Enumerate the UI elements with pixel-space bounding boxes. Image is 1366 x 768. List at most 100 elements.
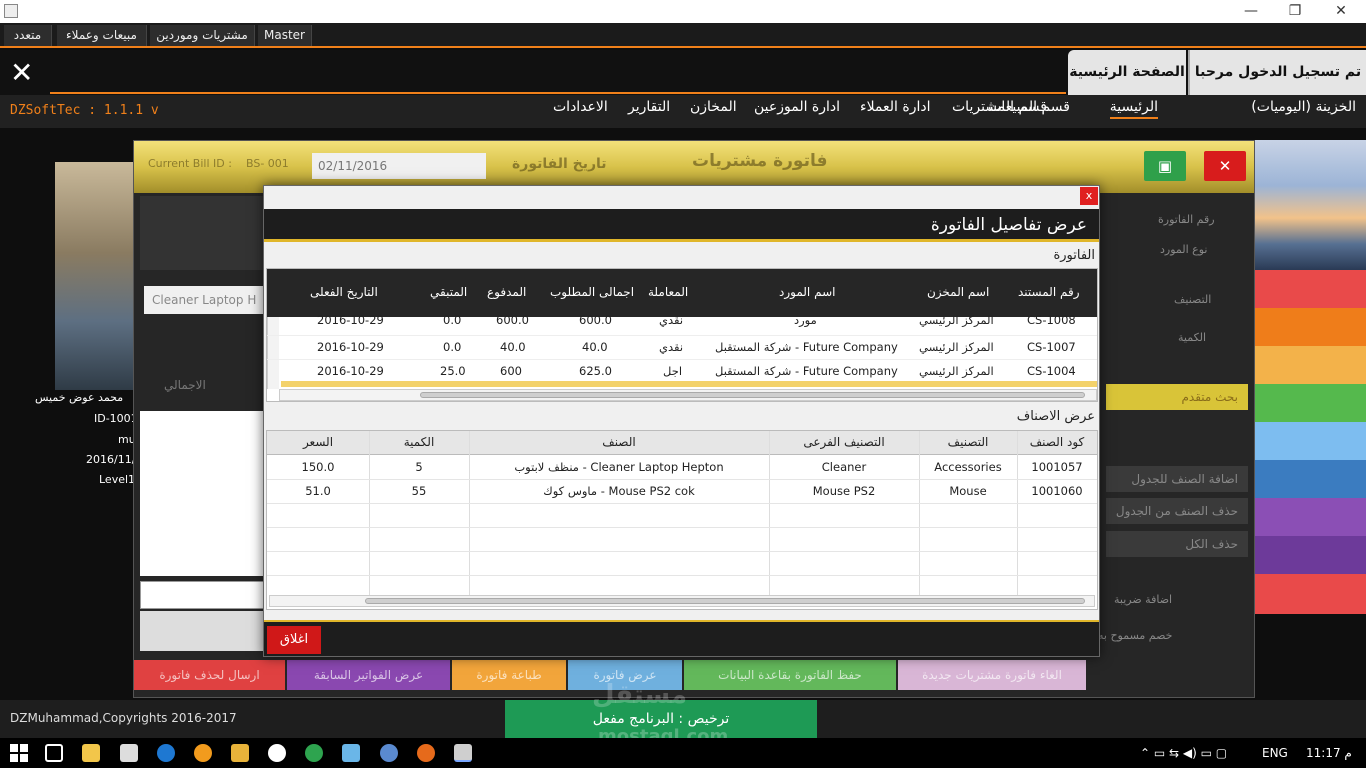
- app-icon[interactable]: [380, 744, 398, 762]
- column-header[interactable]: المعاملة: [648, 285, 688, 299]
- column-header[interactable]: المدفوع: [487, 285, 526, 299]
- invoice-date-field[interactable]: 02/11/2016: [312, 153, 486, 179]
- table-row[interactable]: CS-1004 المركز الرئيسي شركة المستقبل - F…: [267, 359, 1097, 381]
- grid-line: [267, 503, 1097, 504]
- column-header[interactable]: التصنيف: [919, 435, 1017, 449]
- avatar: [55, 162, 135, 390]
- dialog-title: عرض تفاصيل الفاتورة: [264, 209, 1099, 242]
- column-header[interactable]: السعر: [267, 435, 369, 449]
- invoices-horizontal-scrollbar[interactable]: [279, 389, 1097, 401]
- supplier-type-label: نوع المورد: [1160, 243, 1208, 256]
- app-icon[interactable]: [194, 744, 212, 762]
- column-header[interactable]: التصنيف الفرعى: [769, 435, 919, 449]
- menu-multi[interactable]: متعدد: [4, 25, 52, 46]
- cancel-new-invoice-button[interactable]: الغاء فاتورة مشتريات جديدة: [898, 660, 1086, 690]
- cell-remaining: 25.0: [440, 364, 466, 378]
- table-row[interactable]: CS-1008 المركز الرئيسي مورد نقدي 600.0 6…: [267, 313, 1097, 331]
- cell-category: Accessories: [934, 460, 1002, 474]
- tile: [1250, 270, 1366, 308]
- nav-treasury[interactable]: الخزينة (اليوميات): [1251, 99, 1356, 115]
- column-header[interactable]: الصنف: [469, 435, 769, 449]
- table-row[interactable]: CS-1007 المركز الرئيسي شركة المستقبل - F…: [267, 335, 1097, 357]
- nav-distributors[interactable]: ادارة الموزعين: [754, 99, 840, 115]
- window-close-button[interactable]: ✕: [1318, 0, 1364, 23]
- nav-reports[interactable]: التقارير: [628, 99, 670, 115]
- nav-settings[interactable]: الاعدادات: [553, 99, 608, 115]
- firefox-icon[interactable]: [417, 744, 435, 762]
- nav-home[interactable]: الرئيسية: [1109, 99, 1158, 119]
- app-version: DZSoftTec : 1.1.1 v: [10, 103, 159, 118]
- item-field[interactable]: Cleaner Laptop H: [144, 286, 264, 314]
- edge-icon[interactable]: [157, 744, 175, 762]
- menu-master[interactable]: Master: [258, 25, 312, 46]
- chrome-icon[interactable]: [305, 744, 323, 762]
- task-view-icon[interactable]: [45, 744, 63, 762]
- column-header[interactable]: الكمية: [369, 435, 469, 449]
- cell-date: 2016-10-29: [317, 340, 384, 354]
- box-icon[interactable]: [342, 744, 360, 762]
- dialog-close-icon[interactable]: x: [1080, 187, 1098, 205]
- cell-item-name: ماوس كوك - Mouse PS2 cok: [543, 484, 695, 498]
- opera-icon[interactable]: [268, 744, 286, 762]
- total-label: الاجمالي: [164, 378, 206, 392]
- table-row[interactable]: 1001057 Accessories Cleaner منظف لابتوب …: [267, 455, 1097, 479]
- clock[interactable]: 11:17 م: [1306, 746, 1352, 760]
- column-header[interactable]: رقم المستند: [1018, 285, 1080, 299]
- java-app-icon[interactable]: [454, 744, 472, 762]
- header-divider: [50, 92, 1066, 94]
- discount-input[interactable]: [140, 581, 264, 609]
- items-horizontal-scrollbar[interactable]: [269, 595, 1095, 607]
- scrollbar-thumb[interactable]: [365, 598, 1085, 604]
- cell-doc-no: CS-1007: [1027, 340, 1076, 354]
- column-header[interactable]: اسم المخزن: [927, 285, 989, 299]
- menu-purchases-suppliers[interactable]: مشتريات وموردين: [150, 25, 255, 46]
- close-window-button[interactable]: ✕: [1204, 151, 1246, 181]
- close-icon[interactable]: ✕: [10, 59, 33, 87]
- left-panel: [140, 196, 264, 270]
- column-header[interactable]: كود الصنف: [1017, 435, 1097, 449]
- nav-stores[interactable]: المخازن: [690, 99, 737, 115]
- tray-icons[interactable]: ⌃ ▭ ⇆ ◀) ▭ ▢: [1140, 746, 1227, 760]
- delete-all-button[interactable]: حذف الكل: [1106, 531, 1248, 557]
- cell-store: المركز الرئيسي: [919, 340, 994, 354]
- cell-store: المركز الرئيسي: [919, 313, 994, 327]
- cell-remaining: 0.0: [443, 313, 462, 327]
- nav-purchases[interactable]: قسم المشتريات: [952, 99, 1047, 115]
- delete-invoice-button[interactable]: ارسال لحذف فاتورة: [134, 660, 285, 690]
- column-header[interactable]: اسم المورد: [779, 285, 835, 299]
- breadcrumb-home[interactable]: الصفحة الرئيسية: [1068, 50, 1186, 95]
- selected-row[interactable]: [281, 381, 1097, 387]
- column-header[interactable]: اجمالى المطلوب: [550, 285, 634, 299]
- cell-total: 40.0: [582, 340, 608, 354]
- file-explorer-icon[interactable]: [82, 744, 100, 762]
- nav-customers[interactable]: ادارة العملاء: [860, 99, 931, 115]
- tile: [1250, 384, 1366, 422]
- invoice-details-dialog: x عرض تفاصيل الفاتورة الفاتورة رقم المست…: [263, 185, 1100, 657]
- add-item-button[interactable]: اضافة الصنف للجدول: [1106, 466, 1248, 492]
- minimize-button[interactable]: —: [1228, 0, 1274, 23]
- print-invoice-button[interactable]: طباعة فاتورة: [452, 660, 566, 690]
- cell-quantity: 5: [415, 460, 423, 474]
- save-icon[interactable]: ▣: [1144, 151, 1186, 181]
- language-indicator[interactable]: ENG: [1262, 746, 1288, 760]
- start-icon[interactable]: [10, 744, 28, 762]
- table-row[interactable]: 1001060 Mouse Mouse PS2 ماوس كوك - Mouse…: [267, 479, 1097, 503]
- close-dialog-button[interactable]: اغلاق: [267, 626, 321, 654]
- maximize-button[interactable]: ❐: [1272, 0, 1318, 23]
- add-tax-label[interactable]: اضافة ضريبة: [1114, 593, 1172, 606]
- scrollbar-thumb[interactable]: [420, 392, 1085, 398]
- invoices-table-header: رقم المستند اسم المخزن اسم المورد المعام…: [267, 269, 1097, 317]
- store-icon[interactable]: [120, 744, 138, 762]
- cell-transaction: نقدي: [659, 313, 684, 327]
- intellij-icon[interactable]: [231, 744, 249, 762]
- profile-date: 2016/11/: [86, 453, 136, 466]
- cell-remaining: 0.0: [443, 340, 462, 354]
- menu-sales-customers[interactable]: مبيعات وعملاء: [57, 25, 147, 46]
- column-header[interactable]: التاريخ الفعلى: [310, 285, 378, 299]
- previous-invoices-button[interactable]: عرض الفواتير السابقة: [287, 660, 450, 690]
- advanced-search-button[interactable]: بحث متقدم: [1106, 384, 1248, 410]
- copyright: DZMuhammad,Copyrights 2016-2017: [10, 711, 237, 725]
- save-invoice-db-button[interactable]: حفظ الفاتورة بقاعدة البيانات: [684, 660, 896, 690]
- column-header[interactable]: المتبقي: [430, 285, 467, 299]
- delete-item-button[interactable]: حذف الصنف من الجدول: [1106, 498, 1248, 524]
